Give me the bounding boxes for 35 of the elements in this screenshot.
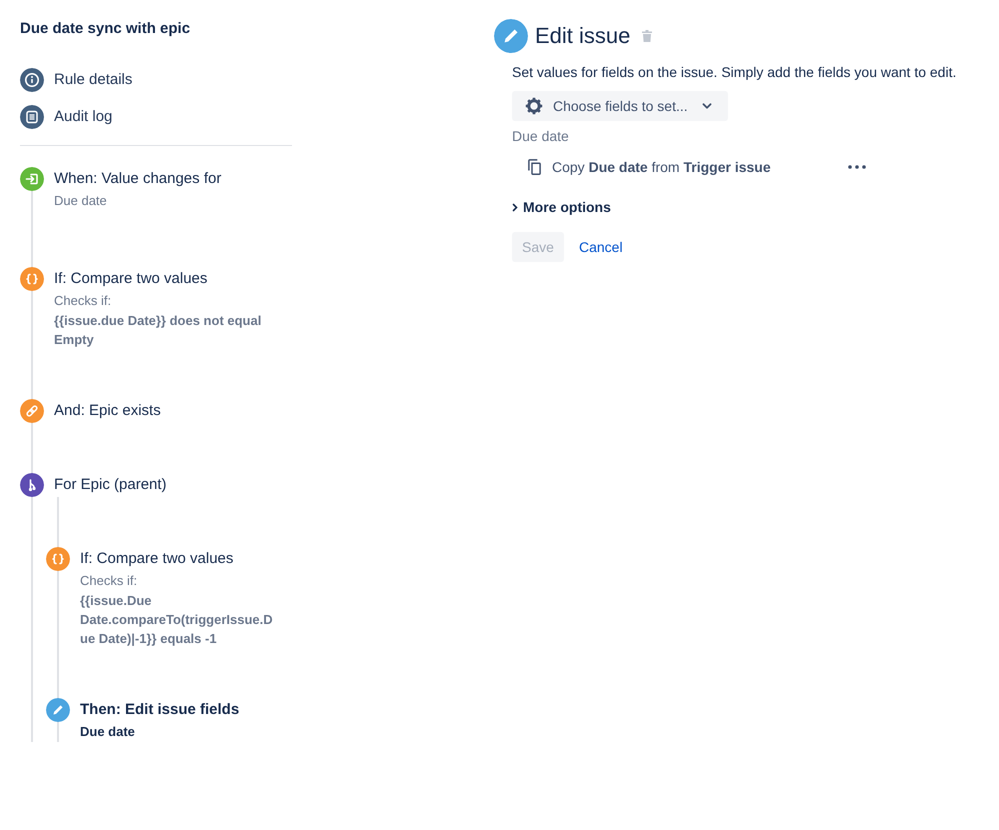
rule-title: Due date sync with epic [20,19,192,39]
settings-icon [525,97,543,115]
pencil-icon [494,19,528,53]
list-icon [20,105,44,129]
info-icon [20,68,44,92]
step-detail: {{issue.due Date}} does not equal Empty [54,312,262,349]
step-title[interactable]: If: Compare two values [54,267,280,291]
braces-icon [46,547,70,571]
step-detail: {{issue.Due Date.compareTo(triggerIssue.Due Date)|-1}} equals -1 [80,592,274,648]
more-options-toggle[interactable]: More options [512,197,611,217]
panel-title: Edit issue [535,22,630,50]
chevron-down-icon [702,103,712,109]
step-caption: Checks if: [80,572,138,590]
braces-icon [20,267,44,291]
step-title[interactable]: And: Epic exists [54,399,280,423]
field-label: Due date [512,127,570,146]
step-title[interactable]: For Epic (parent) [54,473,280,497]
step-caption: Checks if: [54,292,112,310]
step-detail: Due date [54,192,108,210]
more-icon[interactable] [848,165,866,169]
pencil-icon [46,698,70,722]
copy-icon [528,159,541,175]
step-title[interactable]: If: Compare two values [80,547,280,571]
enter-icon [20,167,44,191]
description: Set values for fields on the issue. Simply add the fields you want to edit. [512,63,958,82]
field-value: Copy Due date from Trigger issue [552,158,771,177]
field-picker-button[interactable]: Choose fields to set... [512,91,728,121]
step-detail: Due date [80,723,136,741]
cancel-link[interactable]: Cancel [571,232,631,262]
branch-icon [20,473,44,497]
link-icon [20,399,44,423]
sidebar-link[interactable]: Rule details [20,68,132,92]
step-title[interactable]: When: Value changes for [54,167,280,191]
step-title[interactable]: Then: Edit issue fields [80,698,280,722]
sidebar-link[interactable]: Audit log [20,105,112,129]
